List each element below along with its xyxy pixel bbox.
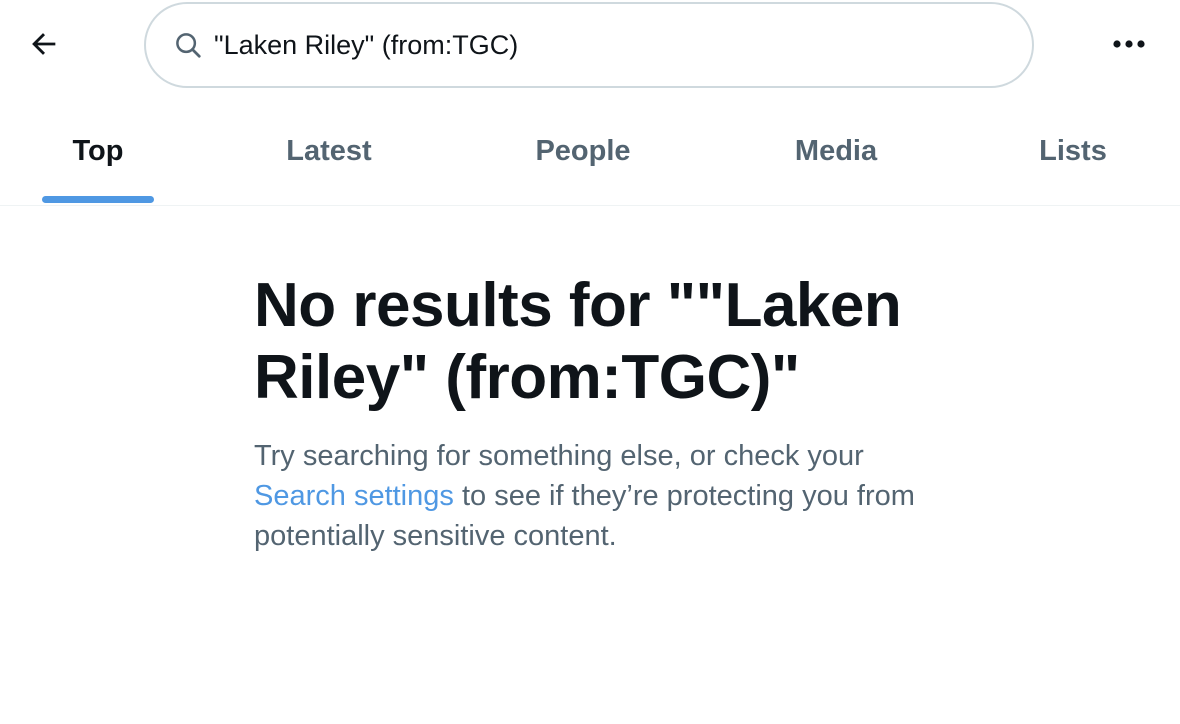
active-tab-indicator — [42, 196, 154, 203]
top-bar — [0, 0, 1180, 90]
tab-lists[interactable]: Lists — [990, 100, 1156, 205]
search-box[interactable] — [144, 2, 1034, 88]
more-button[interactable] — [1106, 22, 1152, 68]
tab-top[interactable]: Top — [0, 100, 196, 205]
tab-label: Latest — [286, 135, 372, 167]
empty-state: No results for ""Laken Riley" (from:TGC)… — [254, 270, 954, 556]
arrow-left-icon — [27, 27, 61, 66]
search-tabs: Top Latest People Media Lists — [0, 100, 1180, 206]
empty-state-title: No results for ""Laken Riley" (from:TGC)… — [254, 271, 902, 412]
tab-people[interactable]: People — [488, 100, 678, 205]
more-horizontal-icon — [1112, 36, 1146, 54]
search-settings-link[interactable]: Search settings — [254, 480, 454, 512]
tab-media[interactable]: Media — [744, 100, 928, 205]
search-input[interactable] — [212, 28, 992, 62]
tab-label: Lists — [1039, 135, 1107, 167]
tab-label: Top — [72, 135, 124, 167]
tab-label: Media — [794, 135, 878, 167]
search-icon — [172, 29, 204, 61]
message-text-start: Try searching for something else, or che… — [254, 440, 864, 472]
tab-label: People — [535, 135, 631, 167]
empty-state-message: Try searching for something else, or che… — [254, 436, 924, 556]
back-button[interactable] — [20, 22, 68, 70]
tab-latest[interactable]: Latest — [236, 100, 422, 205]
